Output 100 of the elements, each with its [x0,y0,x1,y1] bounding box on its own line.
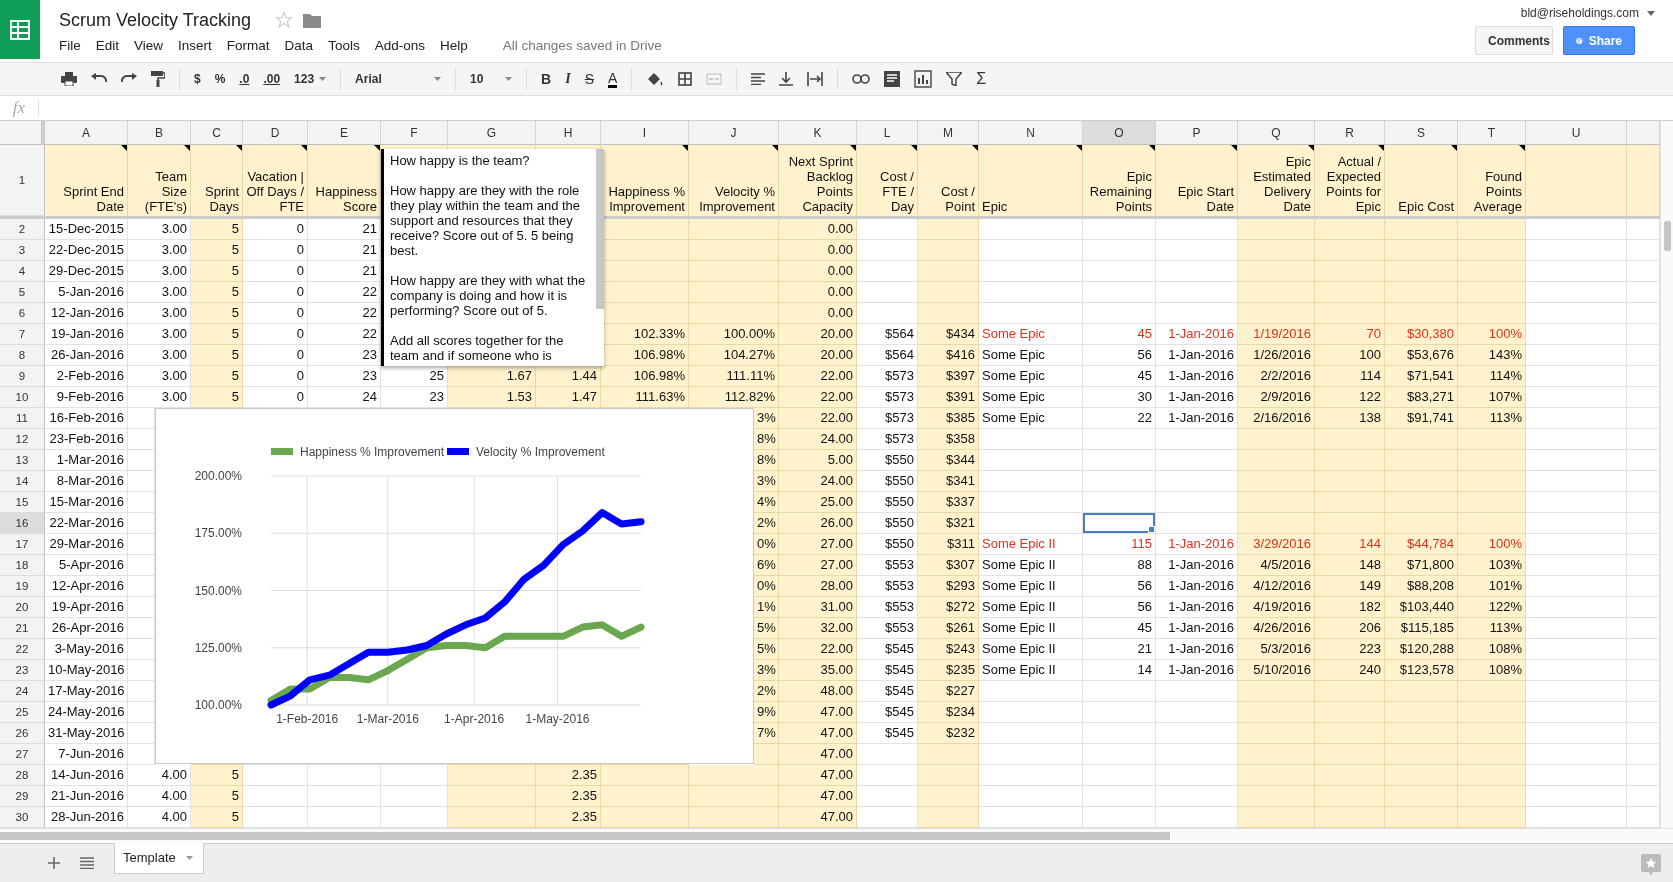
column-header[interactable]: J [689,121,779,145]
table-cell[interactable]: 29-Mar-2016 [45,534,128,555]
explore-icon[interactable] [1641,854,1661,876]
table-cell[interactable]: 223 [1315,639,1385,660]
menu-item[interactable]: Insert [178,38,212,53]
column-header[interactable]: L [857,121,918,145]
table-cell[interactable]: 27.00 [779,555,857,576]
table-cell[interactable]: 25.00 [779,492,857,513]
table-cell[interactable]: 56 [1083,576,1156,597]
header-cell[interactable]: Epic Cost [1385,145,1458,216]
table-cell[interactable]: $115,185 [1385,618,1458,639]
table-cell[interactable]: 0.00 [779,282,857,303]
table-cell[interactable]: $232 [918,723,979,744]
comment-icon[interactable] [884,71,901,87]
table-cell[interactable]: 0 [243,303,308,324]
table-cell[interactable]: 240 [1315,660,1385,681]
table-cell[interactable]: 2/16/2016 [1238,408,1315,429]
table-cell[interactable]: 0 [243,282,308,303]
table-cell[interactable]: Some Epic [979,408,1083,429]
table-cell[interactable]: 115 [1083,534,1156,555]
row-header[interactable]: 26 [0,723,45,744]
header-cell[interactable]: Actual / Expected Points for Epic [1315,145,1385,216]
header-cell[interactable] [1627,145,1660,216]
header-cell[interactable]: Epic [979,145,1083,216]
table-cell[interactable]: 5% [754,618,779,639]
menu-item[interactable]: Add-ons [374,38,425,53]
row-header[interactable]: 5 [0,282,45,303]
table-cell[interactable]: $434 [918,324,979,345]
row-header[interactable]: 24 [0,681,45,702]
table-cell[interactable]: $88,208 [1385,576,1458,597]
table-cell[interactable]: 108% [1458,639,1526,660]
table-cell[interactable]: 26-Jan-2016 [45,345,128,366]
header-cell[interactable]: Team Size (FTE's) [128,145,191,216]
strikethrough-button[interactable]: S [584,71,594,87]
table-cell[interactable]: 113% [1458,408,1526,429]
table-cell[interactable]: 0% [754,534,779,555]
save-status[interactable]: All changes saved in Drive [502,38,662,53]
table-cell[interactable]: 88 [1083,555,1156,576]
table-cell[interactable]: 2% [754,513,779,534]
table-cell[interactable]: Some Epic II [979,555,1083,576]
table-cell[interactable]: 3% [754,660,779,681]
table-cell[interactable]: 12-Apr-2016 [45,576,128,597]
row-header[interactable]: 21 [0,618,45,639]
table-cell[interactable]: 113% [1458,618,1526,639]
row-header[interactable]: 4 [0,261,45,282]
row-header[interactable]: 7 [0,324,45,345]
scrollbar-thumb[interactable] [596,149,604,309]
table-cell[interactable]: 20.00 [779,345,857,366]
column-header[interactable]: G [448,121,536,145]
table-cell[interactable]: $321 [918,513,979,534]
table-cell[interactable]: 26-Apr-2016 [45,618,128,639]
table-cell[interactable]: 22.00 [779,639,857,660]
table-cell[interactable]: 0 [243,261,308,282]
row-header[interactable]: 22 [0,639,45,660]
font-size-dropdown[interactable]: 10 [470,72,513,86]
column-header[interactable]: E [308,121,381,145]
currency-format-button[interactable]: $ [194,72,201,86]
font-dropdown[interactable]: Arial [355,72,442,86]
table-cell[interactable]: 47.00 [779,723,857,744]
table-cell[interactable]: 1.44 [536,366,601,387]
table-cell[interactable]: 47.00 [779,807,857,828]
table-cell[interactable]: Some Epic [979,324,1083,345]
table-cell[interactable]: Some Epic II [979,660,1083,681]
table-cell[interactable]: 122% [1458,597,1526,618]
row-header[interactable]: 29 [0,786,45,807]
table-cell[interactable]: 10-May-2016 [45,660,128,681]
table-cell[interactable]: 0 [243,345,308,366]
table-cell[interactable]: 56 [1083,345,1156,366]
header-cell[interactable]: Next Sprint Backlog Points Capacity [779,145,857,216]
row-header[interactable]: 11 [0,408,45,429]
table-cell[interactable]: 5 [191,765,243,786]
table-cell[interactable]: 0 [243,366,308,387]
header-cell[interactable]: Cost / FTE / Day [857,145,918,216]
column-header[interactable]: T [1458,121,1526,145]
table-cell[interactable]: 30 [1083,387,1156,408]
table-cell[interactable]: 0 [243,324,308,345]
table-cell[interactable]: Some Epic [979,345,1083,366]
table-cell[interactable]: 0.00 [779,240,857,261]
table-cell[interactable]: $293 [918,576,979,597]
sheet-tab[interactable]: Template [114,842,204,874]
caret-icon[interactable] [1647,10,1655,16]
functions-button[interactable]: Σ [976,70,987,88]
table-cell[interactable]: 70 [1315,324,1385,345]
row-header[interactable]: 9 [0,366,45,387]
row-header[interactable]: 20 [0,597,45,618]
table-cell[interactable]: 24-May-2016 [45,702,128,723]
table-cell[interactable]: 19-Jan-2016 [45,324,128,345]
table-cell[interactable]: 4/26/2016 [1238,618,1315,639]
table-cell[interactable]: 24.00 [779,429,857,450]
table-cell[interactable]: 47.00 [779,702,857,723]
star-icon[interactable] [275,11,294,29]
column-header[interactable]: M [918,121,979,145]
redo-icon[interactable] [121,73,137,85]
table-cell[interactable]: Some Epic II [979,576,1083,597]
table-cell[interactable]: Some Epic II [979,639,1083,660]
table-cell[interactable]: 22.00 [779,366,857,387]
table-cell[interactable]: 0.00 [779,303,857,324]
table-cell[interactable]: 47.00 [779,765,857,786]
table-cell[interactable]: Some Epic [979,387,1083,408]
table-cell[interactable]: 47.00 [779,786,857,807]
